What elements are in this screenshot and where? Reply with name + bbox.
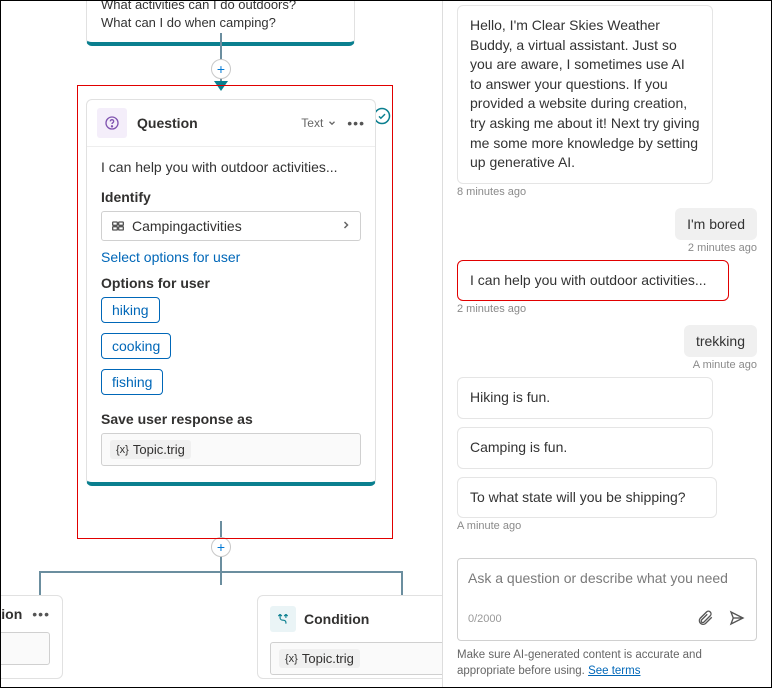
condition-node[interactable]: Condition {x} Topic.trig bbox=[257, 595, 442, 679]
condition-title: Condition bbox=[304, 611, 442, 627]
user-message: trekking bbox=[684, 325, 757, 357]
identify-value: Campingactivities bbox=[132, 218, 340, 234]
question-node[interactable]: Question Text ••• I can help you with ou… bbox=[86, 99, 376, 486]
variable-name: Topic.trig bbox=[302, 651, 354, 666]
identify-selector[interactable]: Campingactivities bbox=[101, 211, 361, 241]
more-menu-button[interactable]: ••• bbox=[32, 606, 50, 622]
bot-message: Hello, I'm Clear Skies Weather Buddy, a … bbox=[457, 5, 713, 184]
entity-icon bbox=[110, 218, 126, 234]
branch-icon bbox=[270, 606, 296, 632]
composer-placeholder: Ask a question or describe what you need bbox=[468, 569, 746, 599]
option-chip[interactable]: hiking bbox=[101, 297, 160, 323]
flow-canvas: What activities can I do outdoors? What … bbox=[1, 1, 442, 687]
variable-icon: {x} bbox=[116, 444, 129, 456]
trigger-line: What can I do when camping? bbox=[101, 14, 340, 32]
identify-label: Identify bbox=[101, 189, 361, 205]
ai-disclaimer: Make sure AI-generated content is accura… bbox=[457, 647, 757, 679]
options-label: Options for user bbox=[101, 275, 361, 291]
chat-composer[interactable]: Ask a question or describe what you need… bbox=[457, 558, 757, 641]
user-message: I'm bored bbox=[675, 208, 757, 240]
add-node-button[interactable]: + bbox=[211, 59, 231, 79]
variable-name: Topic.trig bbox=[133, 442, 185, 457]
question-message[interactable]: I can help you with outdoor activities..… bbox=[101, 159, 361, 175]
add-node-button[interactable]: + bbox=[211, 537, 231, 557]
connector-line bbox=[39, 571, 41, 597]
timestamp: A minute ago bbox=[457, 520, 757, 532]
variable-input[interactable]: {x} Topic.trig bbox=[270, 642, 442, 675]
option-chip[interactable]: cooking bbox=[101, 333, 171, 359]
timestamp: 8 minutes ago bbox=[457, 186, 757, 198]
chevron-right-icon bbox=[340, 218, 352, 234]
option-chip[interactable]: fishing bbox=[101, 369, 163, 395]
timestamp: 2 minutes ago bbox=[688, 242, 757, 254]
save-label: Save user response as bbox=[101, 411, 361, 427]
select-options-link[interactable]: Select options for user bbox=[101, 249, 361, 265]
question-icon bbox=[97, 108, 127, 138]
timestamp: A minute ago bbox=[693, 359, 757, 371]
variable-input[interactable]: rig bbox=[1, 632, 50, 665]
trigger-line: What activities can I do outdoors? bbox=[101, 1, 340, 14]
question-title: Question bbox=[137, 115, 301, 131]
connector-line bbox=[401, 571, 403, 597]
timestamp: 2 minutes ago bbox=[457, 303, 757, 315]
attachment-icon[interactable] bbox=[696, 609, 714, 630]
condition-node[interactable]: tion ••• rig bbox=[1, 595, 63, 679]
question-type: Text bbox=[301, 116, 323, 130]
chat-panel: Hello, I'm Clear Skies Weather Buddy, a … bbox=[442, 1, 771, 687]
condition-title: tion bbox=[1, 606, 22, 622]
send-icon[interactable] bbox=[728, 609, 746, 630]
chevron-down-icon[interactable] bbox=[327, 115, 337, 131]
variable-input[interactable]: {x} Topic.trig bbox=[101, 433, 361, 466]
connector-line bbox=[39, 571, 403, 573]
char-counter: 0/2000 bbox=[468, 613, 502, 625]
see-terms-link[interactable]: See terms bbox=[588, 665, 640, 677]
bot-message-highlighted: I can help you with outdoor activities..… bbox=[457, 260, 729, 302]
question-header: Question Text ••• bbox=[87, 100, 375, 147]
bot-message: Camping is fun. bbox=[457, 427, 713, 469]
more-menu-button[interactable]: ••• bbox=[347, 115, 365, 131]
variable-icon: {x} bbox=[285, 653, 298, 665]
arrow-down-icon bbox=[214, 81, 228, 91]
variable-pill: {x} Topic.trig bbox=[279, 649, 360, 668]
bot-message: To what state will you be shipping? bbox=[457, 477, 717, 519]
bot-message: Hiking is fun. bbox=[457, 377, 713, 419]
variable-pill: {x} Topic.trig bbox=[110, 440, 191, 459]
